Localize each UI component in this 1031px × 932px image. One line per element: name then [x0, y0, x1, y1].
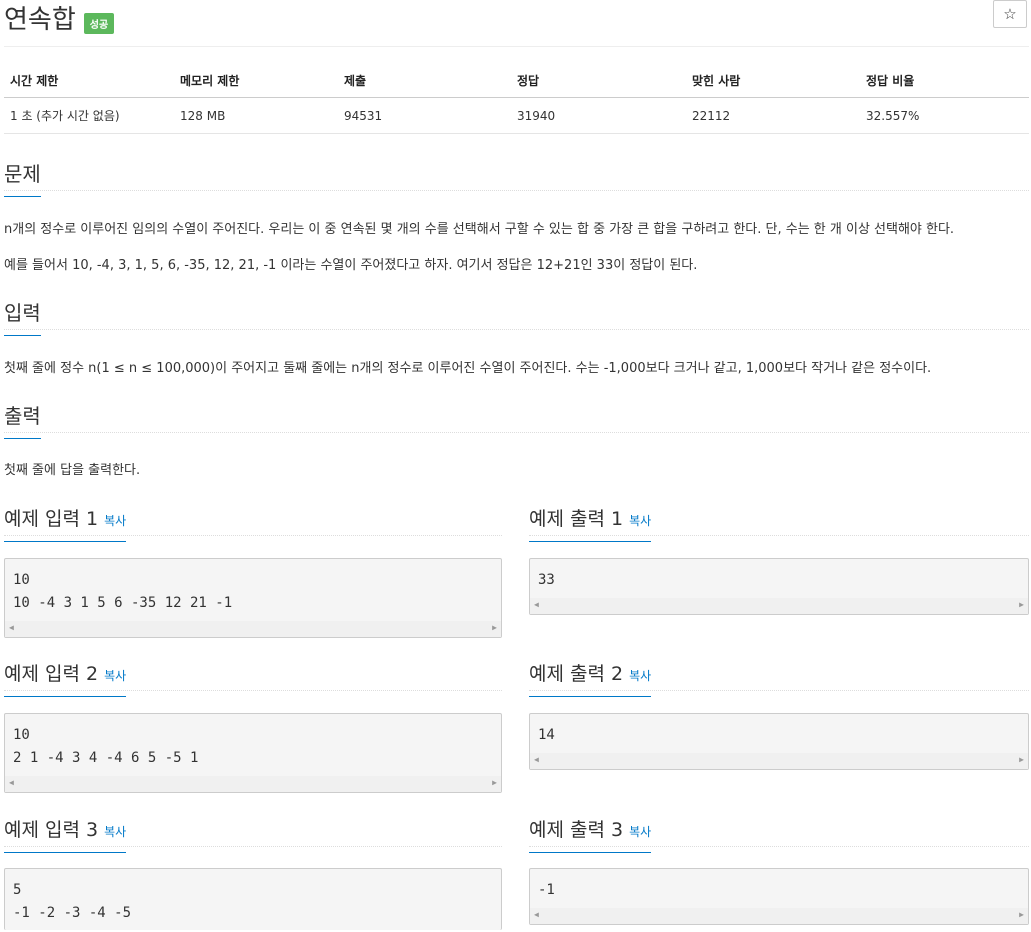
- sample-input-2-divider: [4, 690, 502, 691]
- sample-input-2-heading: 예제 입력 2 복사: [4, 659, 127, 697]
- header-time-limit: 시간 제한: [4, 64, 174, 98]
- horizontal-scrollbar[interactable]: ◀ ▶: [5, 621, 501, 637]
- sample-output-3-text: -1: [538, 882, 555, 898]
- header-accepted: 정답: [511, 64, 686, 98]
- scroll-left-icon[interactable]: ◀: [534, 755, 539, 764]
- sample-output-1-text: 33: [538, 572, 555, 588]
- sample-input-2-title: 예제 입력 2: [4, 663, 99, 685]
- input-description: 첫째 줄에 정수 n(1 ≤ n ≤ 100,000)이 주어지고 둘째 줄에는…: [4, 361, 932, 376]
- value-accepted: 31940: [511, 97, 686, 134]
- horizontal-scrollbar[interactable]: ◀ ▶: [530, 598, 1028, 614]
- sample-input-1-divider: [4, 535, 502, 536]
- output-description: 첫째 줄에 답을 출력한다.: [4, 463, 141, 478]
- scroll-left-icon[interactable]: ◀: [534, 600, 539, 609]
- description-divider: [4, 190, 1029, 191]
- sample-input-1-title: 예제 입력 1: [4, 508, 99, 530]
- sample-output-2-heading: 예제 출력 2 복사: [529, 659, 652, 697]
- input-title: 입력: [4, 297, 41, 336]
- star-icon: ☆: [1003, 5, 1017, 23]
- copy-sample-output-2-button[interactable]: 복사: [629, 669, 651, 683]
- sample-input-3-divider: [4, 846, 502, 847]
- sample-input-1-heading: 예제 입력 1 복사: [4, 504, 127, 542]
- sample-input-3-text: 5 -1 -2 -3 -4 -5: [13, 882, 132, 921]
- value-time-limit: 1 초 (추가 시간 없음): [4, 97, 174, 134]
- status-badge: 성공: [83, 12, 115, 34]
- header-ratio: 정답 비율: [860, 64, 1029, 98]
- sample-output-2-text: 14: [538, 727, 555, 743]
- table-header-row: 시간 제한 메모리 제한 제출 정답 맞힌 사람 정답 비율: [4, 64, 1029, 98]
- sample-output-2-divider: [529, 690, 1029, 691]
- value-memory-limit: 128 MB: [174, 97, 338, 134]
- scroll-right-icon[interactable]: ▶: [492, 778, 497, 787]
- sample-input-3-box[interactable]: 5 -1 -2 -3 -4 -5: [4, 868, 502, 930]
- scroll-left-icon[interactable]: ◀: [9, 623, 14, 632]
- header-submissions: 제출: [338, 64, 511, 98]
- scroll-right-icon[interactable]: ▶: [1019, 755, 1024, 764]
- description-heading: 문제: [4, 158, 41, 197]
- output-heading: 출력: [4, 400, 41, 439]
- sample-input-2-text: 10 2 1 -4 3 4 -4 6 5 -5 1: [13, 727, 199, 766]
- sample-output-3-title: 예제 출력 3: [529, 819, 624, 841]
- problem-info-table: 시간 제한 메모리 제한 제출 정답 맞힌 사람 정답 비율 1 초 (추가 시…: [4, 64, 1029, 134]
- problem-title-row: 연속합 성공: [4, 0, 115, 40]
- sample-output-3-box[interactable]: -1 ◀ ▶: [529, 868, 1029, 925]
- description-paragraph-2: 예를 들어서 10, -4, 3, 1, 5, 6, -35, 12, 21, …: [4, 258, 698, 273]
- sample-input-1-box[interactable]: 10 10 -4 3 1 5 6 -35 12 21 -1 ◀ ▶: [4, 558, 502, 638]
- copy-sample-output-3-button[interactable]: 복사: [629, 825, 651, 839]
- title-divider: [4, 46, 1029, 47]
- description-paragraph-1: n개의 정수로 이루어진 임의의 수열이 주어진다. 우리는 이 중 연속된 몇…: [4, 222, 955, 237]
- scroll-right-icon[interactable]: ▶: [1019, 600, 1024, 609]
- sample-output-1-title: 예제 출력 1: [529, 508, 624, 530]
- header-solvers: 맞힌 사람: [686, 64, 860, 98]
- horizontal-scrollbar[interactable]: ◀ ▶: [5, 776, 501, 792]
- scroll-left-icon[interactable]: ◀: [9, 778, 14, 787]
- scroll-right-icon[interactable]: ▶: [1019, 910, 1024, 919]
- table-row: 1 초 (추가 시간 없음) 128 MB 94531 31940 22112 …: [4, 97, 1029, 134]
- value-solvers: 22112: [686, 97, 860, 134]
- copy-sample-output-1-button[interactable]: 복사: [629, 514, 651, 528]
- horizontal-scrollbar[interactable]: ◀ ▶: [530, 908, 1028, 924]
- sample-output-3-divider: [529, 846, 1029, 847]
- horizontal-scrollbar[interactable]: ◀ ▶: [530, 753, 1028, 769]
- scroll-right-icon[interactable]: ▶: [492, 623, 497, 632]
- output-divider: [4, 432, 1029, 433]
- star-button[interactable]: ☆: [993, 0, 1027, 28]
- scroll-left-icon[interactable]: ◀: [534, 910, 539, 919]
- sample-output-1-divider: [529, 535, 1029, 536]
- page-title: 연속합: [4, 5, 76, 35]
- description-title: 문제: [4, 158, 41, 197]
- sample-output-3-heading: 예제 출력 3 복사: [529, 815, 652, 853]
- sample-input-3-title: 예제 입력 3: [4, 819, 99, 841]
- sample-input-3-heading: 예제 입력 3 복사: [4, 815, 127, 853]
- header-memory-limit: 메모리 제한: [174, 64, 338, 98]
- input-heading: 입력: [4, 297, 41, 336]
- value-ratio: 32.557%: [860, 97, 1029, 134]
- sample-input-2-box[interactable]: 10 2 1 -4 3 4 -4 6 5 -5 1 ◀ ▶: [4, 713, 502, 793]
- sample-output-1-box[interactable]: 33 ◀ ▶: [529, 558, 1029, 615]
- sample-output-2-title: 예제 출력 2: [529, 663, 624, 685]
- sample-output-1-heading: 예제 출력 1 복사: [529, 504, 652, 542]
- sample-output-2-box[interactable]: 14 ◀ ▶: [529, 713, 1029, 770]
- input-divider: [4, 329, 1029, 330]
- value-submissions: 94531: [338, 97, 511, 134]
- sample-input-1-text: 10 10 -4 3 1 5 6 -35 12 21 -1: [13, 572, 233, 611]
- copy-sample-input-3-button[interactable]: 복사: [104, 825, 126, 839]
- copy-sample-input-2-button[interactable]: 복사: [104, 669, 126, 683]
- output-title: 출력: [4, 400, 41, 439]
- copy-sample-input-1-button[interactable]: 복사: [104, 514, 126, 528]
